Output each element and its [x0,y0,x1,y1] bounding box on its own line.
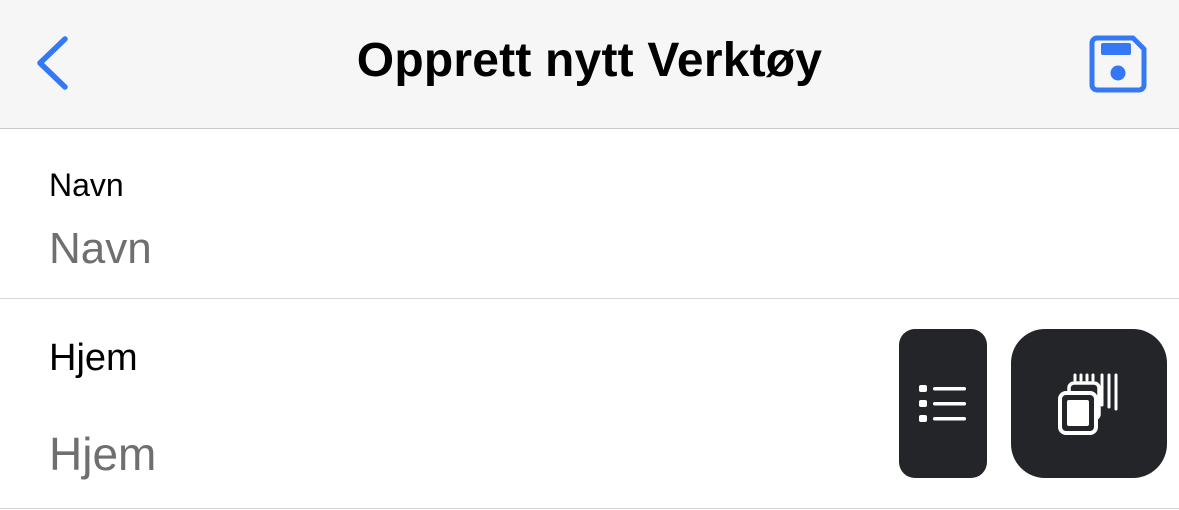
navigation-bar: Opprett nytt Verktøy [0,0,1179,129]
stacked-cards-icon [1057,373,1121,435]
home-input[interactable] [49,427,869,481]
page-title: Opprett nytt Verktøy [356,34,823,87]
list-icon [918,383,968,425]
list-button[interactable] [899,329,987,478]
copy-stack-button[interactable] [1011,329,1167,478]
name-row: Navn [0,129,1179,299]
floppy-disk-icon [1089,35,1147,93]
screen: Opprett nytt Verktøy Navn Hjem [0,0,1179,510]
name-input[interactable] [49,223,869,275]
home-row: Hjem [0,299,1179,509]
name-label: Navn [49,167,124,203]
home-label: Hjem [49,337,138,379]
save-button[interactable] [1082,28,1154,100]
